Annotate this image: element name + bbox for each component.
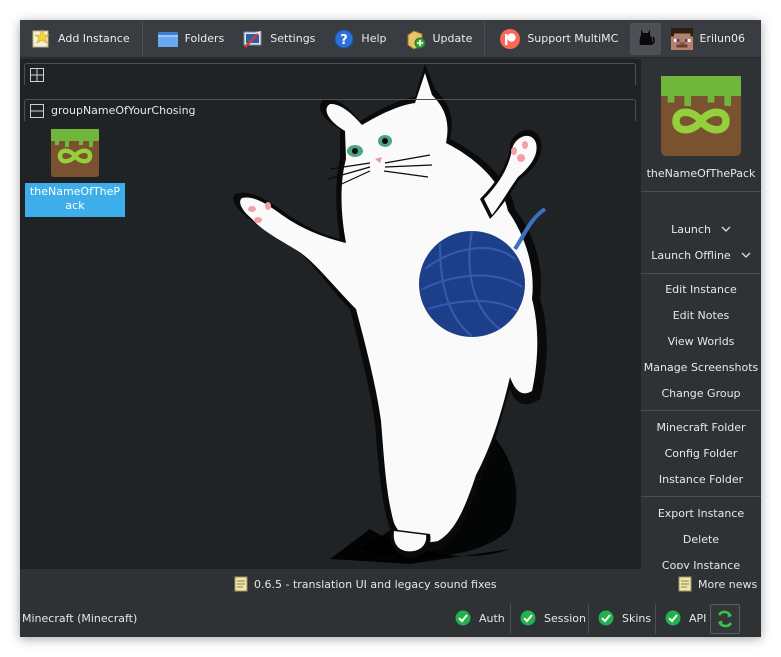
launch-button[interactable]: Launch bbox=[641, 217, 761, 241]
update-icon bbox=[405, 28, 427, 50]
news-headline: 0.6.5 - translation UI and legacy sound … bbox=[254, 577, 497, 591]
config-folder-button[interactable]: Config Folder bbox=[641, 441, 761, 465]
instance-folder-button[interactable]: Instance Folder bbox=[641, 467, 761, 491]
manage-screenshots-button[interactable]: Manage Screenshots bbox=[641, 355, 761, 379]
settings-button[interactable]: Settings bbox=[232, 23, 323, 55]
account-button[interactable]: Erilun06 bbox=[661, 23, 753, 55]
expand-all-icon bbox=[30, 67, 44, 82]
export-instance-button[interactable]: Export Instance bbox=[641, 501, 761, 525]
update-label: Update bbox=[432, 32, 473, 45]
status-api-label: API bbox=[689, 611, 707, 625]
help-icon: ? bbox=[333, 28, 355, 50]
infinity-grass-block-icon bbox=[51, 129, 99, 177]
instance-side-panel: theNameOfThePack Launch Launch Offline E… bbox=[641, 59, 761, 572]
cat-background-image bbox=[233, 64, 547, 564]
check-icon bbox=[520, 610, 536, 626]
support-multimc-button[interactable]: Support MultiMC bbox=[489, 23, 626, 55]
launch-label: Launch bbox=[671, 222, 711, 236]
news-note-icon bbox=[234, 576, 248, 592]
change-group-button[interactable]: Change Group bbox=[641, 381, 761, 405]
instance-tile-label: theNameOfThePack bbox=[25, 183, 125, 217]
more-news-label: More news bbox=[698, 577, 758, 591]
refresh-icon bbox=[717, 610, 733, 628]
account-name: Erilun06 bbox=[699, 32, 745, 45]
status-auth: Auth bbox=[455, 610, 505, 626]
launch-offline-button[interactable]: Launch Offline bbox=[641, 243, 761, 267]
add-instance-label: Add Instance bbox=[58, 32, 130, 45]
new-instance-icon bbox=[30, 28, 52, 50]
status-skins-label: Skins bbox=[622, 611, 652, 625]
group-label: groupNameOfYourChosing bbox=[51, 104, 196, 117]
instance-list-area[interactable]: groupNameOfYourChosing theNameOfThePack bbox=[20, 59, 641, 569]
chevron-down-icon bbox=[741, 252, 751, 258]
status-bar: Minecraft (Minecraft) Auth Session Skins… bbox=[20, 600, 761, 637]
side-separator bbox=[641, 496, 761, 497]
status-separator bbox=[655, 604, 656, 634]
status-separator bbox=[510, 604, 511, 634]
side-separator bbox=[641, 191, 761, 192]
steve-avatar-icon bbox=[671, 27, 694, 50]
settings-icon bbox=[242, 28, 264, 50]
toolbar-separator bbox=[141, 21, 143, 56]
collapse-icon bbox=[30, 103, 44, 118]
folder-icon bbox=[157, 28, 179, 50]
minecraft-folder-button[interactable]: Minecraft Folder bbox=[641, 415, 761, 439]
folders-button[interactable]: Folders bbox=[147, 23, 233, 55]
check-icon bbox=[598, 610, 614, 626]
status-auth-label: Auth bbox=[479, 611, 505, 625]
status-separator bbox=[588, 604, 589, 634]
toolbar-separator bbox=[484, 21, 486, 56]
news-bar: 0.6.5 - translation UI and legacy sound … bbox=[20, 569, 761, 599]
group-header-uncategorized[interactable] bbox=[24, 63, 636, 85]
delete-button[interactable]: Delete bbox=[641, 527, 761, 551]
chevron-down-icon bbox=[721, 226, 731, 232]
side-separator bbox=[641, 273, 761, 274]
infinity-grass-block-icon[interactable] bbox=[661, 76, 741, 156]
edit-instance-button[interactable]: Edit Instance bbox=[641, 277, 761, 301]
news-note-icon bbox=[678, 576, 692, 592]
minecraft-status-text: Minecraft (Minecraft) bbox=[22, 612, 138, 625]
status-session: Session bbox=[520, 610, 586, 626]
settings-label: Settings bbox=[270, 32, 316, 45]
cat-icon bbox=[637, 26, 655, 51]
more-news-button[interactable]: More news bbox=[678, 576, 757, 592]
toolbar: Add Instance Folders Settings ? Help Upd bbox=[20, 20, 761, 58]
folders-label: Folders bbox=[184, 32, 225, 45]
svg-text:?: ? bbox=[341, 33, 349, 48]
status-skins: Skins bbox=[598, 610, 651, 626]
check-icon bbox=[455, 610, 471, 626]
patreon-icon bbox=[499, 28, 521, 50]
launch-offline-label: Launch Offline bbox=[651, 248, 731, 262]
support-multimc-label: Support MultiMC bbox=[527, 32, 619, 45]
side-separator bbox=[641, 410, 761, 411]
edit-notes-button[interactable]: Edit Notes bbox=[641, 303, 761, 327]
status-api: API bbox=[665, 610, 706, 626]
news-headline-button[interactable]: 0.6.5 - translation UI and legacy sound … bbox=[234, 576, 497, 592]
main-window: Add Instance Folders Settings ? Help Upd bbox=[20, 20, 761, 637]
update-button[interactable]: Update bbox=[395, 23, 481, 55]
check-icon bbox=[665, 610, 681, 626]
help-button[interactable]: ? Help bbox=[323, 23, 394, 55]
status-session-label: Session bbox=[544, 611, 586, 625]
refresh-status-button[interactable] bbox=[710, 604, 740, 634]
instance-name-label[interactable]: theNameOfThePack bbox=[641, 167, 761, 180]
group-header-named[interactable]: groupNameOfYourChosing bbox=[24, 99, 636, 121]
view-worlds-button[interactable]: View Worlds bbox=[641, 329, 761, 353]
instance-tile[interactable]: theNameOfThePack bbox=[25, 129, 125, 217]
help-label: Help bbox=[361, 32, 387, 45]
add-instance-button[interactable]: Add Instance bbox=[20, 23, 138, 55]
cat-toggle-button[interactable] bbox=[630, 22, 662, 55]
